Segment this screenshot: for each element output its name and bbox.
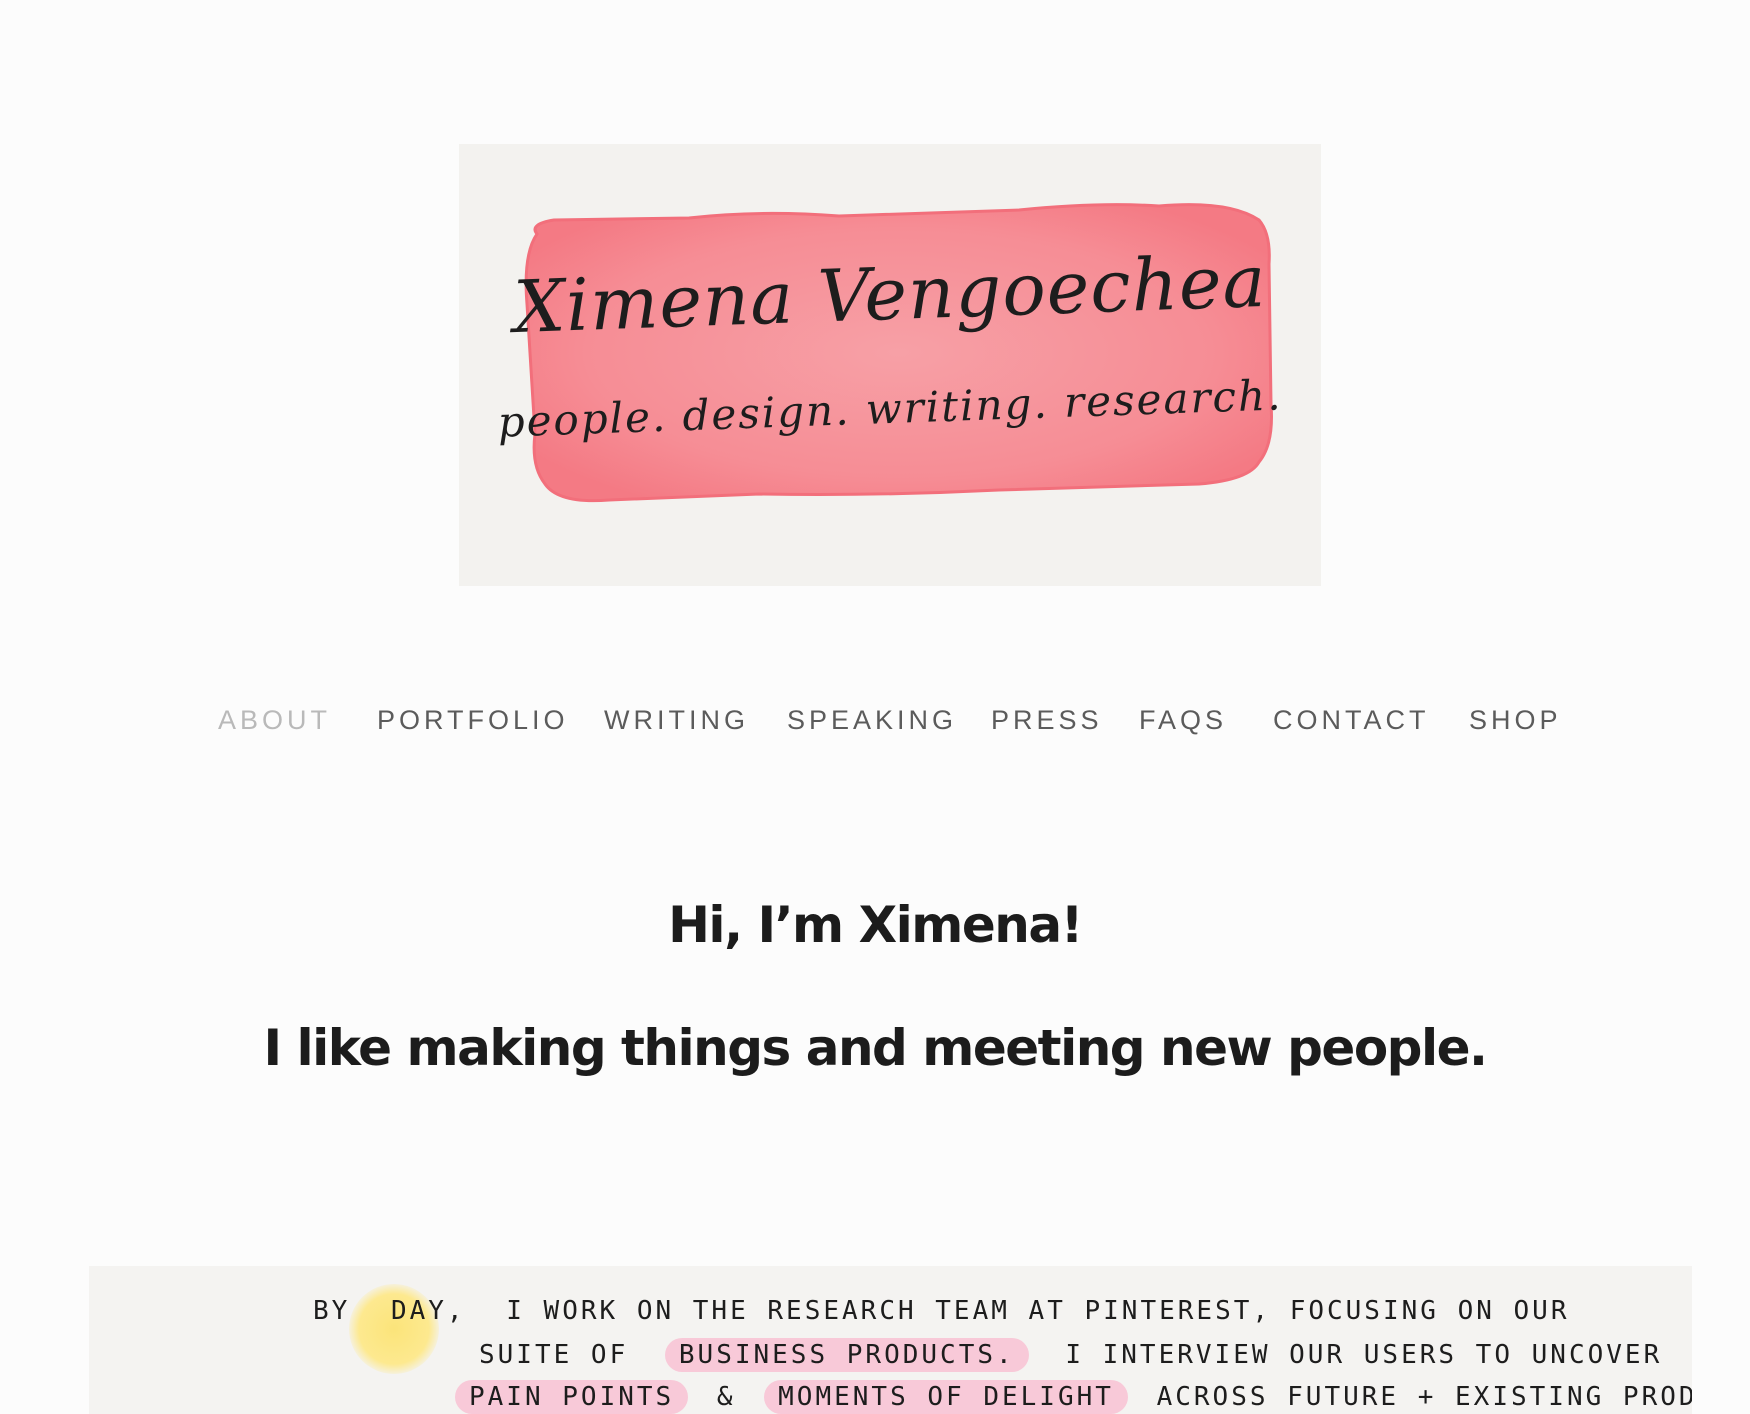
nav-item-speaking[interactable]: SPEAKING xyxy=(787,700,957,740)
handwritten-bio-panel: BY DAY, I WORK ON THE RESEARCH TEAM AT P… xyxy=(89,1266,1692,1414)
intro-greeting: Hi, I’m Ximena! xyxy=(668,896,1083,954)
bio-line-2-end: I INTERVIEW OUR USERS TO UNCOVER xyxy=(1065,1340,1663,1370)
nav-item-press[interactable]: PRESS xyxy=(991,700,1103,740)
bio-line-1-text: I WORK ON THE RESEARCH TEAM AT PINTEREST… xyxy=(506,1296,1570,1326)
nav-item-portfolio[interactable]: PORTFOLIO xyxy=(377,700,569,740)
main-navigation: ABOUT PORTFOLIO WRITING SPEAKING PRESS F… xyxy=(0,700,1750,740)
about-page: Ximena Vengoechea people. design. writin… xyxy=(0,0,1750,1414)
bio-line-3: PAIN POINTS & MOMENTS OF DELIGHT ACROSS … xyxy=(455,1380,1692,1414)
site-logo-banner[interactable]: Ximena Vengoechea people. design. writin… xyxy=(459,144,1321,586)
nav-item-writing[interactable]: WRITING xyxy=(604,700,749,740)
nav-item-faqs[interactable]: FAQS xyxy=(1139,700,1227,740)
bio-line-2: SUITE OF BUSINESS PRODUCTS. I INTERVIEW … xyxy=(479,1338,1662,1372)
watercolor-brush-icon xyxy=(524,203,1273,503)
bio-line-2-start: SUITE OF xyxy=(479,1340,629,1370)
nav-item-about[interactable]: ABOUT xyxy=(218,700,331,740)
intro-subtitle: I like making things and meeting new peo… xyxy=(263,1019,1488,1077)
bio-highlight-business-products: BUSINESS PRODUCTS. xyxy=(664,1338,1029,1372)
bio-highlight-pain-points: PAIN POINTS xyxy=(455,1380,689,1414)
nav-item-contact[interactable]: CONTACT xyxy=(1273,700,1430,740)
bio-ampersand: & xyxy=(716,1382,736,1412)
bio-day-text: DAY, xyxy=(390,1296,466,1326)
bio-by-text: BY xyxy=(313,1296,351,1326)
nav-item-shop[interactable]: SHOP xyxy=(1469,700,1562,740)
bio-highlight-moments-of-delight: MOMENTS OF DELIGHT xyxy=(764,1380,1128,1414)
bio-line-1: BY DAY, I WORK ON THE RESEARCH TEAM AT P… xyxy=(313,1296,1570,1326)
bio-line-3-end: ACROSS FUTURE + EXISTING PRODUCT EXPERIE… xyxy=(1156,1382,1692,1412)
